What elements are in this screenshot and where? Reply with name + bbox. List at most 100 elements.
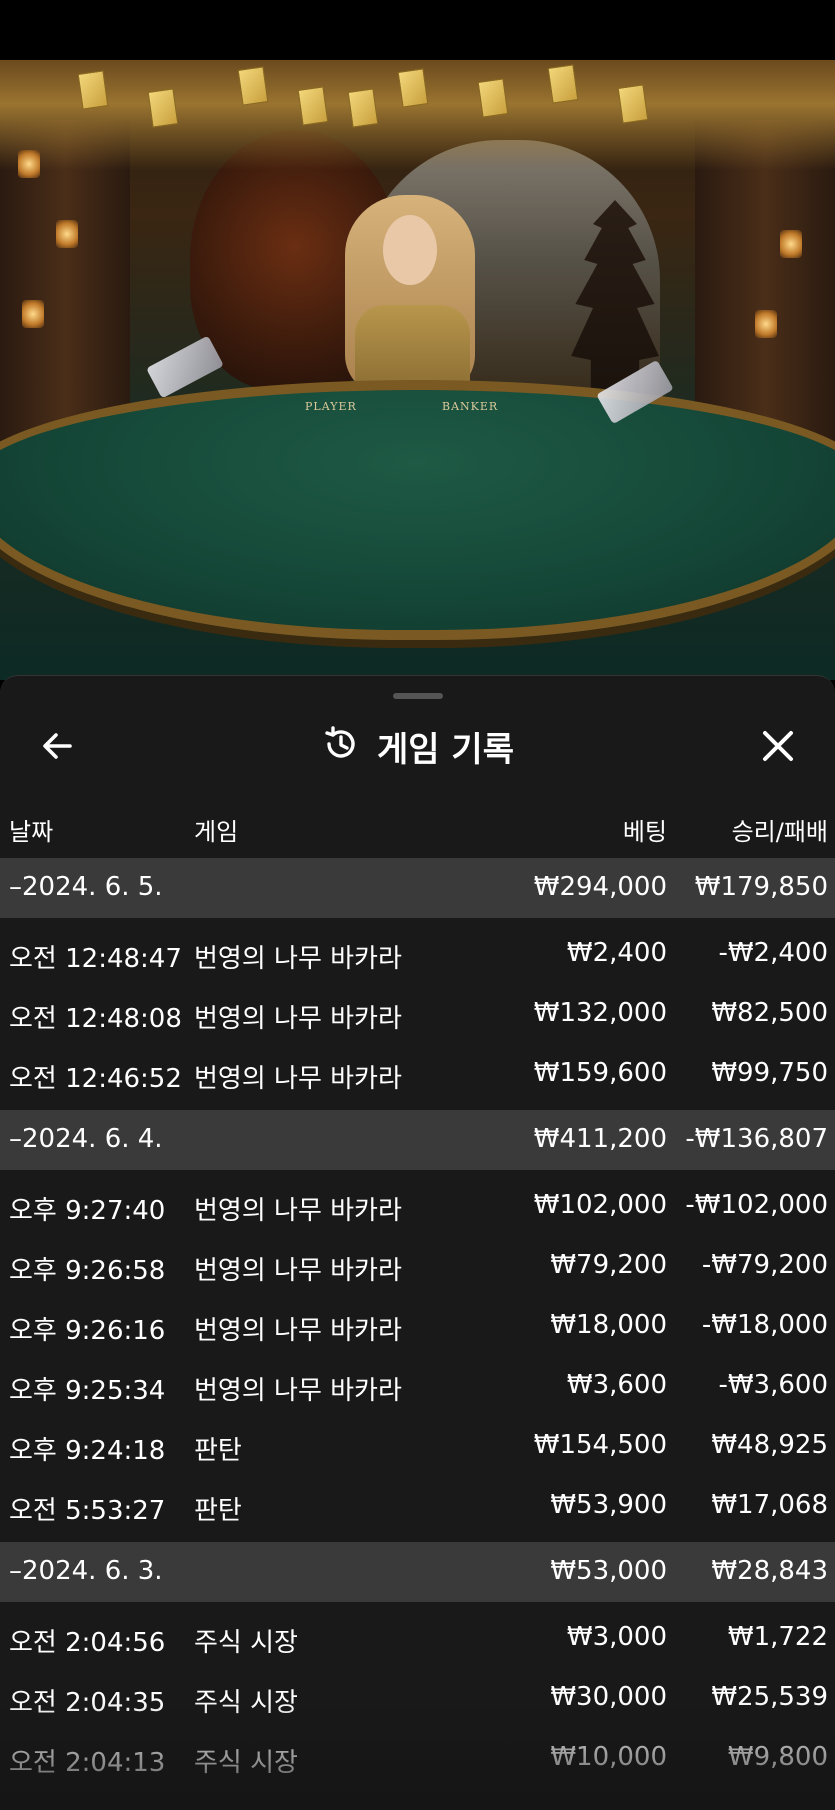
row-bet: ₩10,000 xyxy=(550,1742,667,1772)
row-bet: ₩132,000 xyxy=(533,998,667,1028)
row-time: 오후 9:27:40 xyxy=(9,1196,166,1226)
row-time: 오전 12:48:08 xyxy=(9,1004,182,1034)
group-bet-total: ₩411,200 xyxy=(533,1124,667,1154)
row-win-loss: -₩79,200 xyxy=(701,1250,828,1280)
row-win-loss: -₩2,400 xyxy=(718,938,828,968)
hanging-card xyxy=(237,66,269,106)
column-date: 날짜 xyxy=(9,818,54,846)
history-row[interactable]: 오전 12:48:47 번영의 나무 바카라 ₩2,400 -₩2,400 xyxy=(0,924,835,984)
history-row[interactable]: 오후 9:26:16 번영의 나무 바카라 ₩18,000 -₩18,000 xyxy=(0,1296,835,1356)
group-win-total: ₩179,850 xyxy=(694,872,828,902)
row-game: 주식 시장 xyxy=(194,1628,298,1658)
history-row[interactable]: 오후 9:26:58 번영의 나무 바카라 ₩79,200 -₩79,200 xyxy=(0,1236,835,1296)
history-row[interactable]: 오후 9:27:40 번영의 나무 바카라 ₩102,000 -₩102,000 xyxy=(0,1176,835,1236)
row-game: 번영의 나무 바카라 xyxy=(194,1196,402,1226)
group-win-total: ₩28,843 xyxy=(711,1556,828,1586)
hanging-card xyxy=(297,86,329,126)
row-time: 오전 2:04:56 xyxy=(9,1628,166,1658)
hanging-card xyxy=(397,68,429,108)
date-group-header[interactable]: –2024. 6. 4. ₩411,200 -₩136,807 xyxy=(0,1110,835,1170)
column-game: 게임 xyxy=(194,818,239,846)
history-list[interactable]: –2024. 6. 5. ₩294,000 ₩179,850 오전 12:48:… xyxy=(0,858,835,1788)
row-bet: ₩3,000 xyxy=(566,1622,667,1652)
row-time: 오전 2:04:35 xyxy=(9,1688,166,1718)
close-button[interactable] xyxy=(752,722,804,774)
row-win-loss: -₩3,600 xyxy=(718,1370,828,1400)
row-time: 오전 5:53:27 xyxy=(9,1496,166,1526)
title-group: 게임 기록 xyxy=(0,706,835,786)
sheet-header: 게임 기록 xyxy=(0,706,835,786)
row-game: 번영의 나무 바카라 xyxy=(194,1256,402,1286)
history-row[interactable]: 오전 2:04:13 주식 시장 ₩10,000 ₩9,800 xyxy=(0,1728,835,1788)
banker-table-label: BANKER xyxy=(442,400,499,413)
hanging-card xyxy=(547,64,579,104)
row-win-loss: -₩18,000 xyxy=(701,1310,828,1340)
lantern xyxy=(755,310,777,338)
lantern xyxy=(780,230,802,258)
row-time: 오전 2:04:13 xyxy=(9,1748,166,1778)
row-time: 오후 9:26:16 xyxy=(9,1316,166,1346)
group-date: –2024. 6. 4. xyxy=(9,1124,163,1154)
lantern xyxy=(18,150,40,178)
row-win-loss: -₩102,000 xyxy=(685,1190,828,1220)
sheet-title: 게임 기록 xyxy=(377,729,514,770)
row-time: 오후 9:24:18 xyxy=(9,1436,166,1466)
row-game: 주식 시장 xyxy=(194,1688,298,1718)
row-game: 판탄 xyxy=(194,1496,242,1526)
row-win-loss: ₩48,925 xyxy=(711,1430,828,1460)
row-win-loss: ₩99,750 xyxy=(711,1058,828,1088)
row-time: 오전 12:46:52 xyxy=(9,1064,182,1094)
history-clock-icon xyxy=(321,724,361,768)
arrow-left-icon xyxy=(40,728,76,768)
date-group-header[interactable]: –2024. 6. 3. ₩53,000 ₩28,843 xyxy=(0,1542,835,1602)
history-row[interactable]: 오후 9:24:18 판탄 ₩154,500 ₩48,925 xyxy=(0,1416,835,1476)
live-video-scene: PLAYER BANKER xyxy=(0,60,835,680)
hanging-card xyxy=(617,84,649,124)
close-icon xyxy=(760,728,796,768)
date-group-header[interactable]: –2024. 6. 5. ₩294,000 ₩179,850 xyxy=(0,858,835,918)
history-row[interactable]: 오후 9:25:34 번영의 나무 바카라 ₩3,600 -₩3,600 xyxy=(0,1356,835,1416)
row-bet: ₩30,000 xyxy=(550,1682,667,1712)
row-game: 번영의 나무 바카라 xyxy=(194,1316,402,1346)
row-time: 오후 9:26:58 xyxy=(9,1256,166,1286)
hanging-card xyxy=(147,88,179,128)
back-button[interactable] xyxy=(32,722,84,774)
row-game: 주식 시장 xyxy=(194,1748,298,1778)
group-win-total: -₩136,807 xyxy=(685,1124,828,1154)
lantern xyxy=(56,220,78,248)
row-bet: ₩53,900 xyxy=(550,1490,667,1520)
player-table-label: PLAYER xyxy=(305,400,357,413)
column-bet: 베팅 xyxy=(622,818,667,846)
drag-handle[interactable] xyxy=(393,693,443,699)
row-time: 오전 12:48:47 xyxy=(9,944,182,974)
column-win-loss: 승리/패배 xyxy=(731,818,828,846)
lantern xyxy=(22,300,44,328)
history-row[interactable]: 오전 5:53:27 판탄 ₩53,900 ₩17,068 xyxy=(0,1476,835,1536)
hanging-card xyxy=(347,88,379,128)
hanging-card xyxy=(477,78,509,118)
dealer-face xyxy=(383,215,437,285)
card-shoe xyxy=(146,335,224,399)
row-win-loss: ₩1,722 xyxy=(727,1622,828,1652)
group-bet-total: ₩294,000 xyxy=(533,872,667,902)
history-row[interactable]: 오전 12:48:08 번영의 나무 바카라 ₩132,000 ₩82,500 xyxy=(0,984,835,1044)
row-bet: ₩2,400 xyxy=(566,938,667,968)
row-win-loss: ₩25,539 xyxy=(711,1682,828,1712)
row-bet: ₩79,200 xyxy=(550,1250,667,1280)
row-bet: ₩159,600 xyxy=(533,1058,667,1088)
row-time: 오후 9:25:34 xyxy=(9,1376,166,1406)
row-game: 번영의 나무 바카라 xyxy=(194,944,402,974)
group-date: –2024. 6. 3. xyxy=(9,1556,163,1586)
history-row[interactable]: 오전 2:04:56 주식 시장 ₩3,000 ₩1,722 xyxy=(0,1608,835,1668)
row-win-loss: ₩82,500 xyxy=(711,998,828,1028)
row-win-loss: ₩9,800 xyxy=(727,1742,828,1772)
history-row[interactable]: 오전 12:46:52 번영의 나무 바카라 ₩159,600 ₩99,750 xyxy=(0,1044,835,1104)
row-game: 번영의 나무 바카라 xyxy=(194,1004,402,1034)
row-game: 번영의 나무 바카라 xyxy=(194,1064,402,1094)
group-date: –2024. 6. 5. xyxy=(9,872,163,902)
row-bet: ₩3,600 xyxy=(566,1370,667,1400)
row-bet: ₩102,000 xyxy=(533,1190,667,1220)
row-bet: ₩18,000 xyxy=(550,1310,667,1340)
row-game: 번영의 나무 바카라 xyxy=(194,1376,402,1406)
history-row[interactable]: 오전 2:04:35 주식 시장 ₩30,000 ₩25,539 xyxy=(0,1668,835,1728)
